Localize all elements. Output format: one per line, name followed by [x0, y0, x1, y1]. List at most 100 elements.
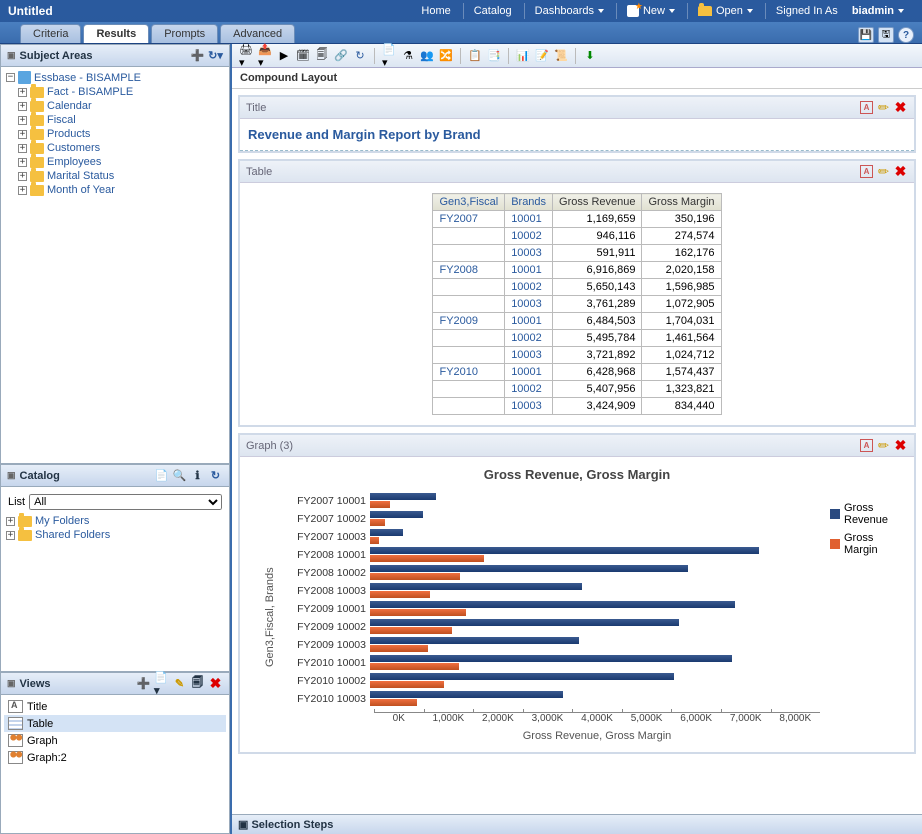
table-header[interactable]: Gen3,Fiscal — [433, 194, 505, 211]
view-format-icon[interactable]: A — [859, 164, 874, 179]
tree-item[interactable]: +Month of Year — [4, 183, 226, 197]
expander-icon[interactable]: + — [18, 102, 27, 111]
bar-revenue[interactable] — [370, 601, 735, 608]
catalog-folder[interactable]: +Shared Folders — [4, 528, 226, 542]
collapse-icon[interactable]: ▣ — [7, 50, 16, 61]
expander-icon[interactable]: − — [6, 73, 15, 82]
table-cell[interactable]: 10002 — [505, 381, 553, 398]
views-add-icon[interactable]: ➕ — [136, 676, 151, 691]
tree-item[interactable]: +Products — [4, 127, 226, 141]
collapse-icon[interactable]: ▣ — [7, 470, 16, 481]
views-item-graph[interactable]: Graph — [4, 732, 226, 749]
views-delete-icon[interactable]: ✖ — [208, 676, 223, 691]
expander-icon[interactable]: + — [6, 517, 15, 526]
expander-icon[interactable]: + — [6, 531, 15, 540]
table-header[interactable]: Gross Revenue — [553, 194, 642, 211]
print-icon[interactable]: 🖨▾ — [238, 48, 254, 64]
download-icon[interactable]: ⬇ — [582, 48, 598, 64]
bar-margin[interactable] — [370, 555, 484, 562]
view-edit-icon[interactable]: ✎ — [873, 161, 894, 182]
catalog-search-icon[interactable]: 🔍 — [172, 468, 187, 483]
export-icon[interactable]: 📤▾ — [257, 48, 273, 64]
table-cell[interactable]: 10003 — [505, 296, 553, 313]
view-format-icon[interactable]: A — [859, 438, 874, 453]
table-cell[interactable]: 10001 — [505, 211, 553, 228]
table-cell[interactable]: FY2007 — [433, 211, 505, 228]
column-icon[interactable]: 📊 — [515, 48, 531, 64]
bar-revenue[interactable] — [370, 691, 563, 698]
bar-revenue[interactable] — [370, 529, 403, 536]
table-cell[interactable]: FY2010 — [433, 364, 505, 381]
help-button[interactable]: ? — [898, 27, 914, 43]
bar-revenue[interactable] — [370, 673, 674, 680]
tab-prompts[interactable]: Prompts — [151, 24, 218, 43]
view-delete-icon[interactable]: ✖ — [893, 438, 908, 453]
catalog-list-select[interactable]: All — [29, 494, 222, 510]
run-icon[interactable]: ▶ — [276, 48, 292, 64]
bar-revenue[interactable] — [370, 655, 732, 662]
table-cell[interactable]: 10003 — [505, 347, 553, 364]
signed-in-as[interactable]: Signed In As biadmin — [765, 3, 914, 19]
advanced-icon[interactable]: 📜 — [553, 48, 569, 64]
tab-results[interactable]: Results — [83, 24, 149, 43]
views-item-graph-2[interactable]: Graph:2 — [4, 749, 226, 766]
copy-icon[interactable]: 🗐 — [314, 48, 330, 64]
table-header[interactable]: Gross Margin — [642, 194, 721, 211]
tree-item[interactable]: +Employees — [4, 155, 226, 169]
table-cell[interactable]: FY2009 — [433, 313, 505, 330]
tree-item[interactable]: +Calendar — [4, 99, 226, 113]
menu-dashboards[interactable]: Dashboards — [524, 3, 614, 19]
view-delete-icon[interactable]: ✖ — [893, 100, 908, 115]
bar-margin[interactable] — [370, 645, 428, 652]
filter-icon[interactable]: ⚗ — [400, 48, 416, 64]
table-cell[interactable]: 10001 — [505, 313, 553, 330]
bar-revenue[interactable] — [370, 619, 679, 626]
table-cell[interactable]: 10002 — [505, 279, 553, 296]
expander-icon[interactable]: + — [18, 172, 27, 181]
bar-margin[interactable] — [370, 681, 444, 688]
menu-new[interactable]: New — [616, 3, 685, 19]
tree-item[interactable]: +Marital Status — [4, 169, 226, 183]
refresh-icon[interactable]: ↻▾ — [208, 48, 223, 63]
bar-revenue[interactable] — [370, 493, 436, 500]
table-cell[interactable]: 10003 — [505, 398, 553, 415]
expander-icon[interactable]: + — [18, 144, 27, 153]
copy2-icon[interactable]: 📑 — [486, 48, 502, 64]
views-new-icon[interactable]: 📄▾ — [154, 676, 169, 691]
catalog-new-icon[interactable]: 📄 — [154, 468, 169, 483]
bar-margin[interactable] — [370, 663, 459, 670]
bar-revenue[interactable] — [370, 565, 688, 572]
catalog-folder[interactable]: +My Folders — [4, 514, 226, 528]
table-cell[interactable]: 10001 — [505, 262, 553, 279]
bar-revenue[interactable] — [370, 583, 582, 590]
views-item-table[interactable]: Table — [4, 715, 226, 732]
expander-icon[interactable]: + — [18, 158, 27, 167]
expand-icon[interactable]: ▣ — [238, 819, 248, 831]
table-cell[interactable]: 10003 — [505, 245, 553, 262]
selection-steps-header[interactable]: ▣ Selection Steps — [232, 814, 922, 834]
save-as-button[interactable]: 🖫 — [878, 27, 894, 43]
save-button[interactable]: 💾 — [858, 27, 874, 43]
tree-item[interactable]: +Fiscal — [4, 113, 226, 127]
expander-icon[interactable]: + — [18, 130, 27, 139]
bar-margin[interactable] — [370, 699, 417, 706]
menu-catalog[interactable]: Catalog — [463, 3, 522, 19]
tree-root[interactable]: −Essbase - BISAMPLE — [4, 70, 226, 85]
add-subject-area-icon[interactable]: ➕ — [190, 48, 205, 63]
views-item-title[interactable]: Title — [4, 698, 226, 715]
menu-open[interactable]: Open — [687, 3, 763, 19]
view-edit-icon[interactable]: ✎ — [873, 97, 894, 118]
table-cell[interactable]: FY2008 — [433, 262, 505, 279]
collapse-icon[interactable]: ▣ — [7, 678, 16, 689]
views-edit-icon[interactable]: ✎ — [172, 676, 187, 691]
catalog-refresh-icon[interactable]: ↻ — [208, 468, 223, 483]
bar-revenue[interactable] — [370, 511, 423, 518]
tab-advanced[interactable]: Advanced — [220, 24, 295, 43]
expander-icon[interactable]: + — [18, 88, 27, 97]
bar-margin[interactable] — [370, 501, 390, 508]
bar-revenue[interactable] — [370, 637, 579, 644]
tree-item[interactable]: +Fact - BISAMPLE — [4, 85, 226, 99]
expander-icon[interactable]: + — [18, 116, 27, 125]
refresh2-icon[interactable]: ↻ — [352, 48, 368, 64]
catalog-info-icon[interactable]: ℹ — [190, 468, 205, 483]
